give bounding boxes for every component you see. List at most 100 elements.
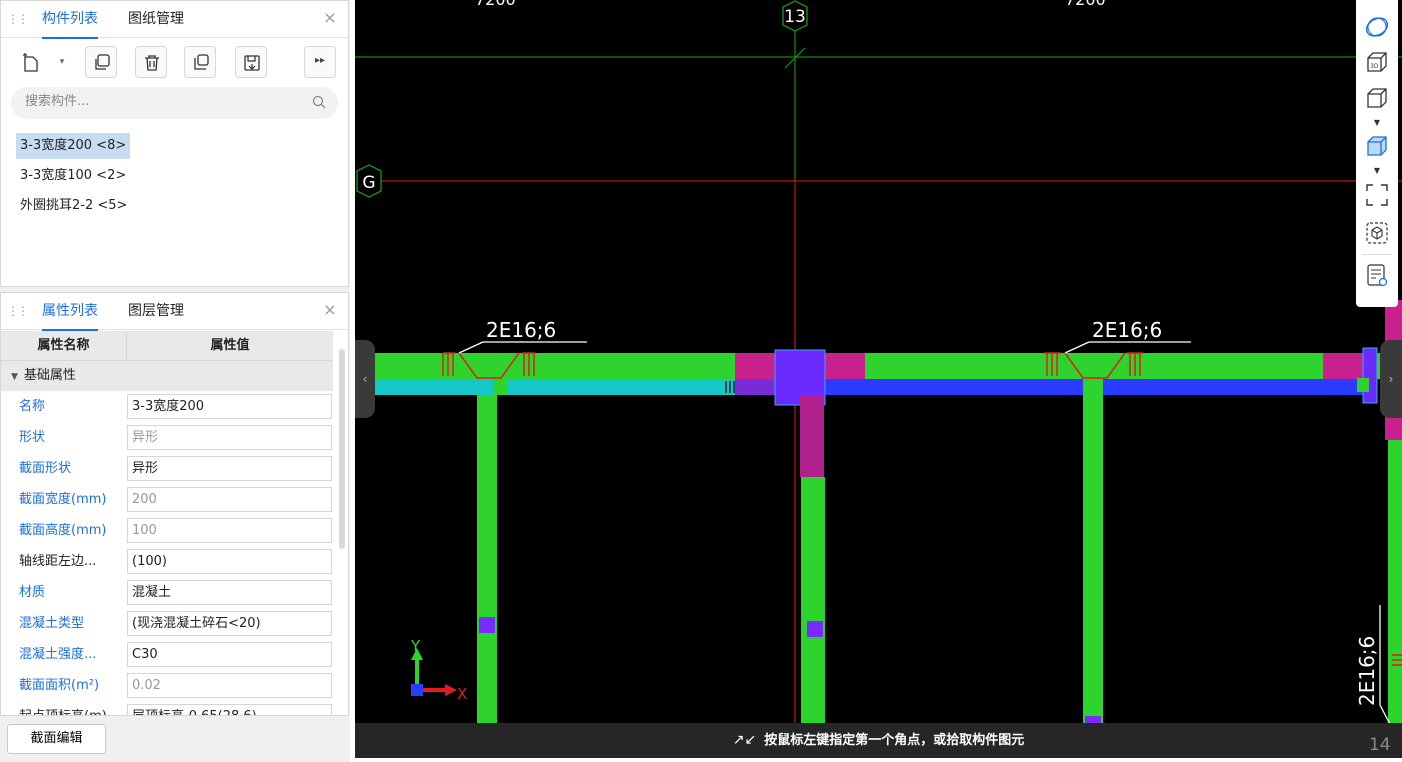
tab-layer-management[interactable]: 图层管理 bbox=[128, 293, 184, 330]
collapse-right-panel-button[interactable]: › bbox=[1380, 340, 1402, 418]
list-item[interactable]: 外圈挑耳2-2 <5> bbox=[16, 193, 131, 219]
dimension-label: 7200 bbox=[475, 0, 516, 9]
scrollbar[interactable] bbox=[339, 349, 345, 549]
new-component-button[interactable] bbox=[14, 46, 54, 78]
property-value-input[interactable]: 100 bbox=[127, 518, 332, 543]
property-table: 属性名称 属性值 ▼ 基础属性 名称 3-3宽度200 形状 异形 截面形状 异形 截面… bbox=[1, 331, 333, 715]
property-value-input[interactable]: (100) bbox=[127, 549, 332, 574]
column-stub[interactable] bbox=[800, 395, 824, 477]
property-group-label: 基础属性 bbox=[23, 368, 76, 383]
axis-label-13: 13 bbox=[784, 7, 806, 27]
table-row: 起点顶标高(m)层顶标高-0.65(28.6) bbox=[1, 701, 333, 715]
table-row: 形状 异形 bbox=[1, 422, 333, 453]
tab-drawing-management[interactable]: 图纸管理 bbox=[128, 1, 184, 38]
property-key: 形状 bbox=[19, 430, 46, 445]
beam-vertical[interactable] bbox=[801, 477, 825, 737]
orbit-icon[interactable] bbox=[1364, 14, 1390, 40]
rebar-marker bbox=[807, 621, 823, 637]
table-row: 截面面积(m²) 0.02 bbox=[1, 670, 333, 701]
chevron-down-icon[interactable]: ▾ bbox=[55, 46, 69, 78]
axis-bubble-14[interactable]: 14 bbox=[1365, 728, 1402, 758]
drag-handle-icon[interactable]: ⋮⋮ bbox=[7, 12, 29, 26]
beam-vertical[interactable] bbox=[477, 395, 497, 735]
search-input[interactable] bbox=[25, 94, 295, 109]
property-value-input[interactable]: 200 bbox=[127, 487, 332, 512]
chevron-down-icon[interactable]: ▼ bbox=[1372, 166, 1382, 175]
section-edit-button[interactable]: 截面编辑 bbox=[7, 724, 106, 754]
focus-icon[interactable] bbox=[1364, 220, 1390, 246]
table-row: 材质 混凝土 bbox=[1, 577, 333, 608]
property-value-input[interactable]: 0.02 bbox=[127, 673, 332, 698]
property-key: 材质 bbox=[19, 585, 46, 600]
table-row: 混凝土强度... C30 bbox=[1, 639, 333, 670]
tab-component-list[interactable]: 构件列表 bbox=[42, 1, 98, 39]
x-axis-label: X bbox=[457, 685, 467, 703]
beam-vertical[interactable] bbox=[1388, 440, 1402, 730]
caret-down-icon[interactable]: ▼ bbox=[11, 372, 18, 382]
delete-button[interactable] bbox=[135, 46, 167, 78]
tab-property-list[interactable]: 属性列表 bbox=[42, 293, 98, 331]
new-component-icon bbox=[23, 53, 38, 72]
property-list-panel: ⋮⋮ 属性列表 图层管理 × 属性名称 属性值 ▼ 基础属性 名称 3-3宽度200… bbox=[0, 292, 349, 716]
property-value-input[interactable]: 异形 bbox=[127, 425, 332, 450]
layer-copy-button[interactable] bbox=[184, 46, 216, 78]
property-key: 截面宽度(mm) bbox=[19, 492, 107, 507]
column-header-name: 属性名称 bbox=[1, 331, 127, 361]
component-list-panel: ⋮⋮ 构件列表 图纸管理 × ▾ ▸▸ 搜索构件... 3-3宽度200 <8>… bbox=[0, 0, 349, 287]
collapse-left-panel-button[interactable]: ‹ bbox=[355, 340, 375, 418]
property-key: 截面面积(m²) bbox=[19, 678, 100, 693]
3d-view-icon[interactable]: 3D bbox=[1364, 50, 1390, 76]
property-key: 名称 bbox=[19, 399, 46, 414]
column-block[interactable] bbox=[1362, 347, 1378, 404]
status-bar: ↗↙ 按鼠标左键指定第一个角点，或拾取构件图元 bbox=[355, 723, 1402, 758]
property-group-basic[interactable]: ▼ 基础属性 bbox=[1, 361, 333, 391]
fullscreen-icon[interactable] bbox=[1364, 182, 1390, 208]
component-search bbox=[11, 87, 338, 119]
box-view-icon[interactable] bbox=[1364, 86, 1390, 112]
property-value-input[interactable]: 异形 bbox=[127, 456, 332, 481]
shaded-box-icon[interactable] bbox=[1364, 134, 1390, 160]
copy-button[interactable] bbox=[85, 46, 117, 78]
search-icon[interactable] bbox=[312, 95, 326, 109]
save-to-library-button[interactable] bbox=[235, 46, 267, 78]
joint-marker bbox=[1357, 378, 1369, 392]
beam-horizontal[interactable] bbox=[355, 353, 1402, 379]
list-item[interactable]: 3-3宽度100 <2> bbox=[16, 163, 130, 189]
close-icon[interactable]: × bbox=[322, 10, 338, 26]
joint-marker bbox=[493, 379, 507, 395]
left-panel: ⋮⋮ 构件列表 图纸管理 × ▾ ▸▸ 搜索构件... 3-3宽度200 <8>… bbox=[0, 0, 350, 762]
property-key: 起点顶标高(m) bbox=[19, 701, 124, 715]
y-axis-label: Y bbox=[410, 637, 421, 655]
property-value-input[interactable]: 3-3宽度200 bbox=[127, 394, 332, 419]
beam-vertical[interactable] bbox=[1083, 379, 1103, 735]
table-row: 截面高度(mm) 100 bbox=[1, 515, 333, 546]
list-item[interactable]: 3-3宽度200 <8> bbox=[16, 133, 131, 159]
chevron-down-icon[interactable]: ▼ bbox=[1372, 118, 1382, 127]
property-value-input[interactable]: (现浇混凝土碎石<20) bbox=[127, 611, 332, 636]
property-key: 混凝土强度... bbox=[19, 647, 97, 662]
property-table-header: 属性名称 属性值 bbox=[1, 331, 333, 361]
table-row: 截面形状 异形 bbox=[1, 453, 333, 484]
rebar-label: 2E16;6 bbox=[1092, 318, 1162, 342]
delete-icon bbox=[145, 55, 159, 71]
rebar-marker bbox=[479, 617, 495, 633]
view-toolbar: 3D ▼ ▼ bbox=[1356, 0, 1398, 307]
component-toolbar: ▾ ▸▸ bbox=[1, 46, 348, 78]
joint-block[interactable] bbox=[1323, 353, 1363, 379]
property-tabbar: ⋮⋮ 属性列表 图层管理 × bbox=[1, 293, 348, 331]
close-icon[interactable]: × bbox=[322, 302, 338, 318]
drag-handle-icon[interactable]: ⋮⋮ bbox=[7, 304, 29, 318]
crosshair-corner-icon: ↗↙ bbox=[732, 732, 757, 748]
status-text: 按鼠标左键指定第一个角点，或拾取构件图元 bbox=[764, 733, 1025, 748]
beam-strip-cyan[interactable] bbox=[355, 379, 735, 395]
drawing-canvas[interactable]: 7200 7200 13 G bbox=[355, 0, 1402, 762]
rebar-label: 2E16;6 bbox=[486, 318, 556, 342]
rebar-label: 2E16;6 bbox=[1355, 636, 1379, 706]
property-value-input[interactable]: 层顶标高-0.65(28.6) bbox=[127, 704, 332, 715]
more-tools-button[interactable]: ▸▸ bbox=[304, 46, 336, 78]
view-list-icon[interactable] bbox=[1364, 262, 1390, 288]
cad-viewport[interactable]: 7200 7200 13 G bbox=[355, 0, 1402, 762]
column-header-value: 属性值 bbox=[210, 338, 250, 353]
property-value-input[interactable]: 混凝土 bbox=[127, 580, 332, 605]
property-value-input[interactable]: C30 bbox=[127, 642, 332, 667]
